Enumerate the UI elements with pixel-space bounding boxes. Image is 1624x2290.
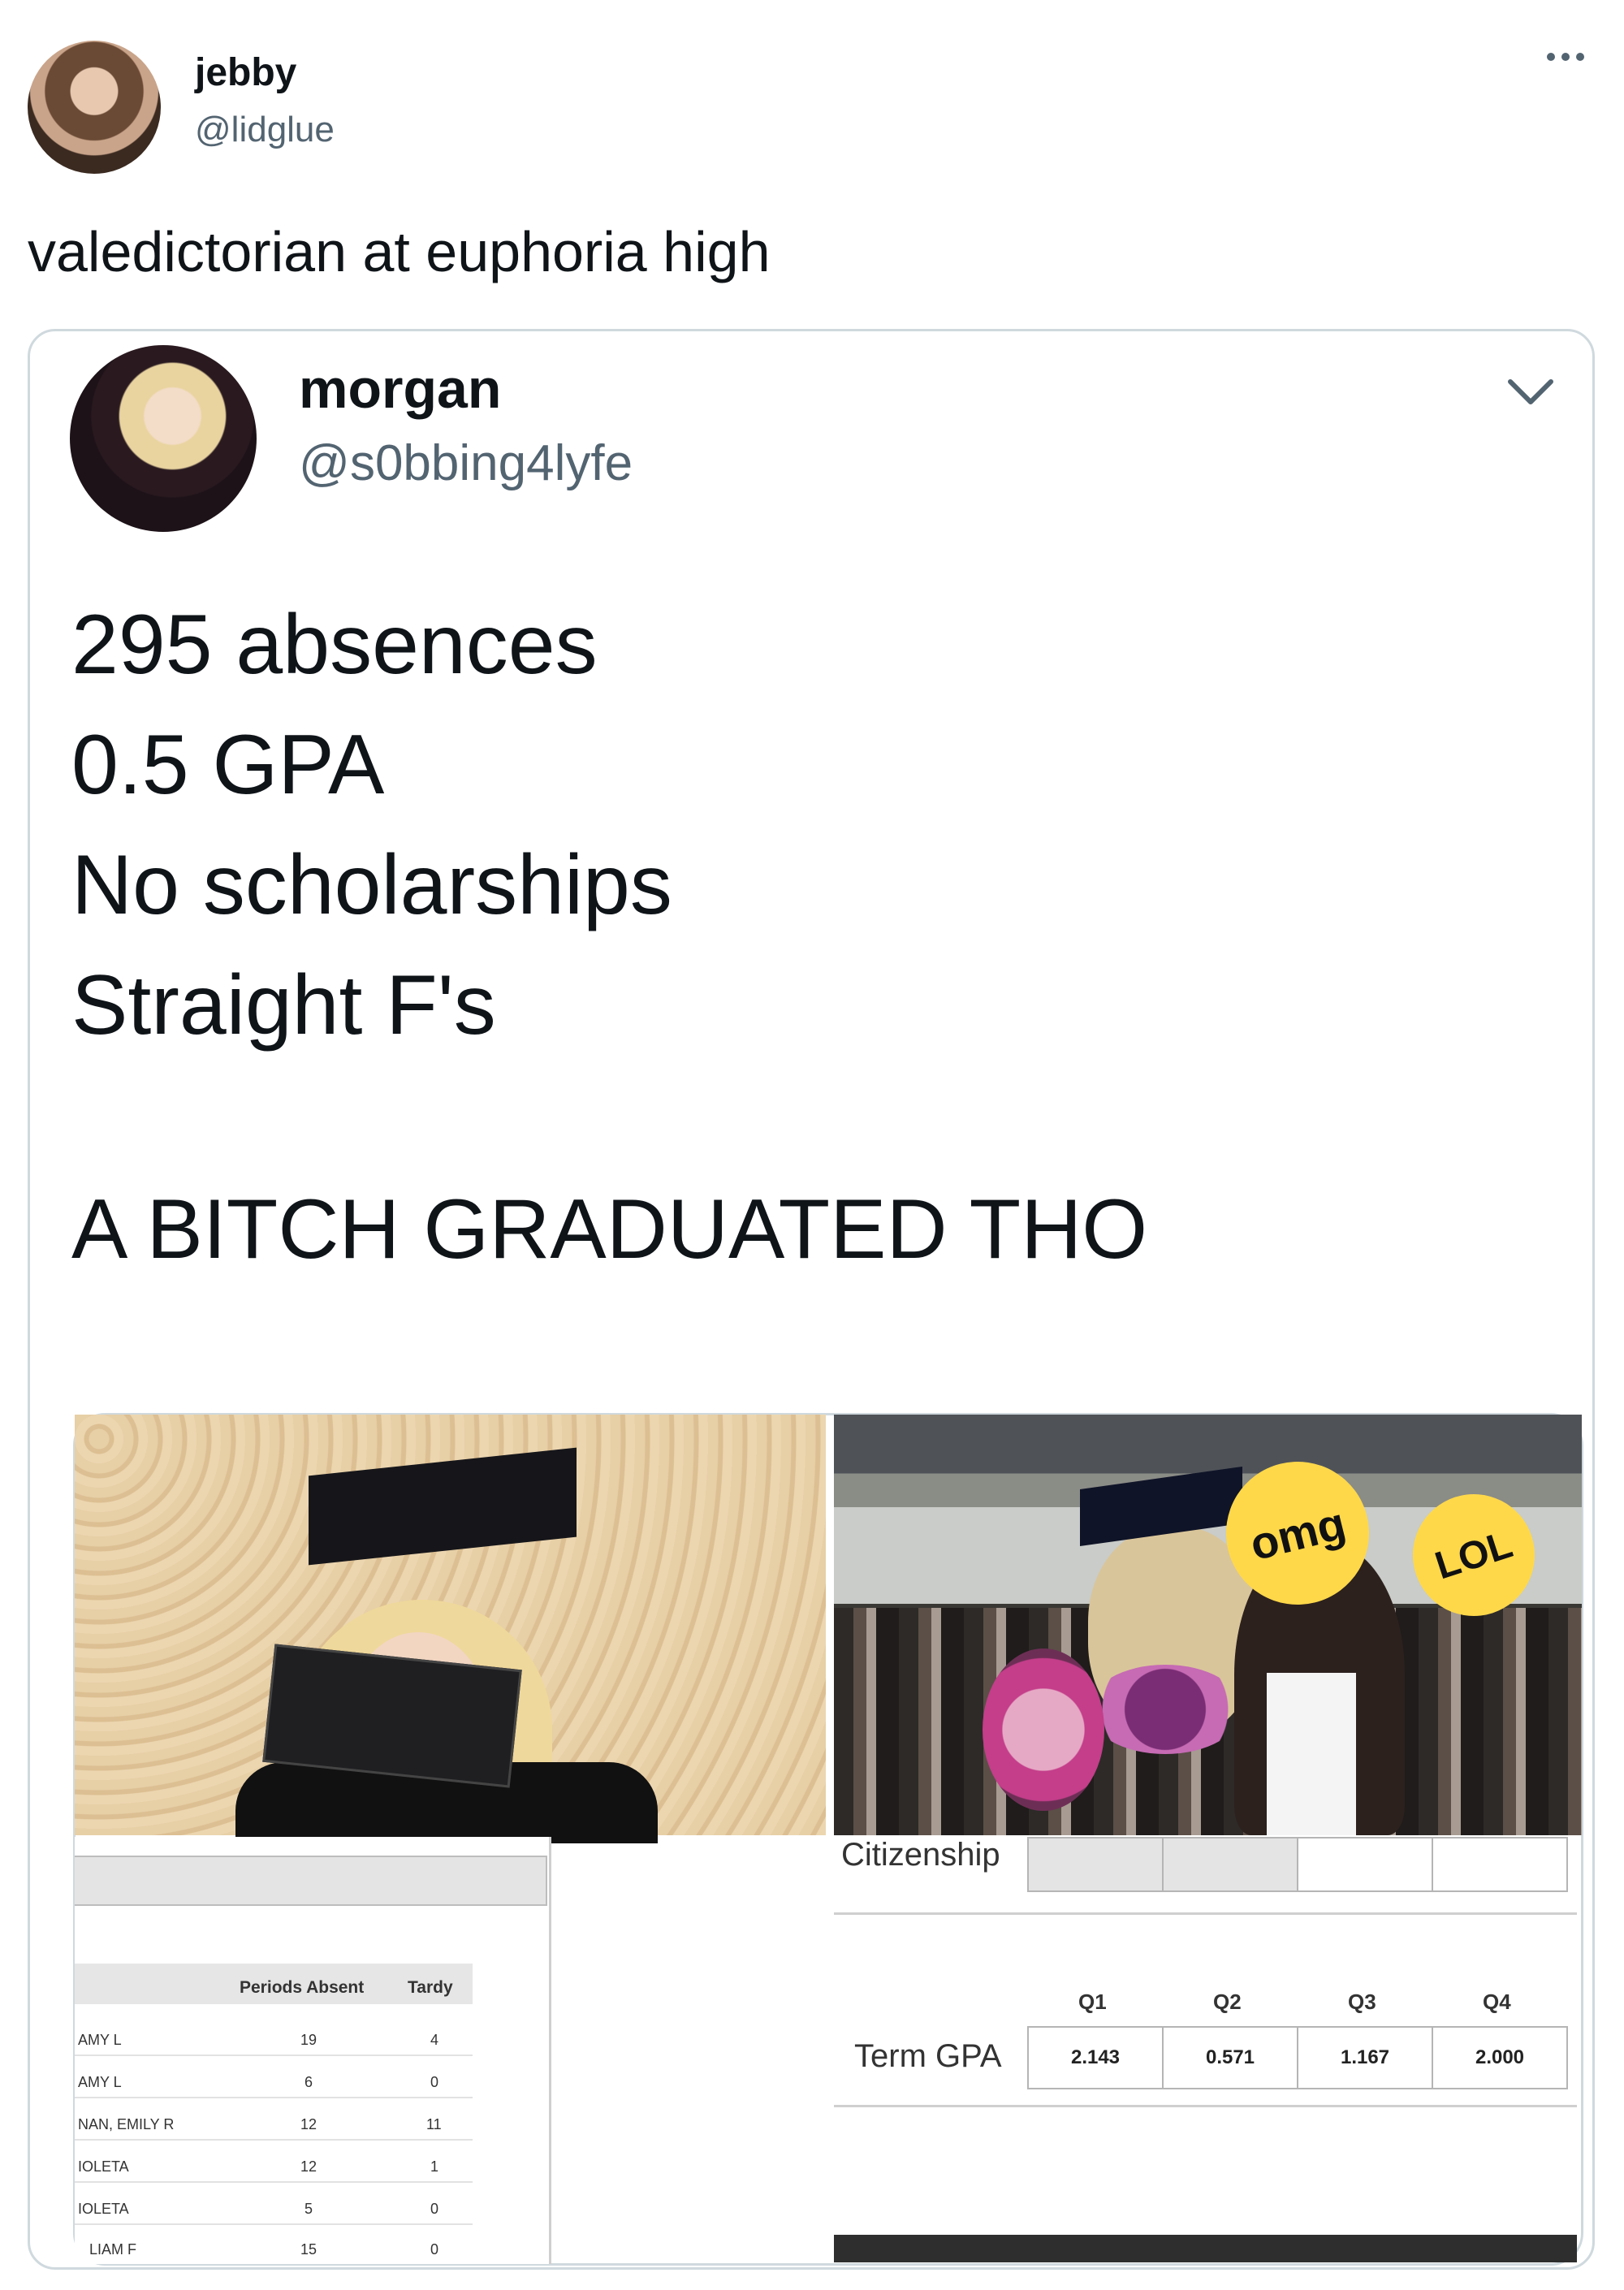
- bottom-bar: [834, 2235, 1577, 2262]
- quarter-header: Q4: [1483, 1990, 1511, 2014]
- quarter-header: Q2: [1213, 1990, 1242, 2014]
- citizenship-cell-q4: [1432, 1837, 1568, 1892]
- row-divider: [75, 2181, 473, 2183]
- section-divider: [834, 2105, 1577, 2107]
- tardy-count: 0: [430, 2201, 439, 2217]
- quoted-author-avatar[interactable]: [70, 345, 257, 532]
- quoted-line: 295 absences: [71, 598, 598, 692]
- tardy-count: 11: [426, 2116, 442, 2132]
- tardy-count: 4: [430, 2032, 439, 2048]
- quarter-header: Q1: [1078, 1990, 1107, 2014]
- column-header: Tardy: [408, 1978, 453, 1997]
- student-name: NAN, EMILY R: [78, 2116, 175, 2132]
- tardy-count: 0: [430, 2241, 439, 2258]
- row-divider: [75, 2055, 473, 2056]
- author-handle[interactable]: @lidglue: [195, 110, 335, 150]
- quoted-line: Straight F's: [71, 958, 496, 1052]
- periods-absent: 15: [300, 2241, 317, 2258]
- student-name: LIAM F: [89, 2241, 137, 2258]
- periods-absent: 5: [304, 2201, 313, 2217]
- author-name[interactable]: jebby: [195, 50, 296, 95]
- quoted-line: 0.5 GPA: [71, 718, 385, 812]
- table-title-bar: [75, 1856, 547, 1906]
- periods-absent: 19: [300, 2032, 317, 2048]
- tardy-count: 1: [430, 2158, 439, 2175]
- more-dots-icon[interactable]: [1547, 50, 1596, 75]
- periods-absent: 12: [300, 2116, 317, 2132]
- student-name: IOLETA: [78, 2158, 129, 2175]
- term-gpa-q3: 1.167: [1297, 2026, 1433, 2089]
- tardy-count: 0: [430, 2074, 439, 2090]
- author-avatar[interactable]: [28, 41, 161, 174]
- flower-lei: [1088, 1665, 1242, 1754]
- periods-absent: 6: [304, 2074, 313, 2090]
- section-divider: [834, 1912, 1577, 1915]
- quoted-tweet-text: 295 absences 0.5 GPA No scholarships Str…: [71, 585, 672, 1065]
- citizenship-label: Citizenship: [841, 1837, 1000, 1873]
- friend-shirt: [1267, 1673, 1356, 1835]
- periods-absent: 12: [300, 2158, 317, 2175]
- student-name: AMY L: [78, 2074, 122, 2090]
- citizenship-cell-q3: [1297, 1837, 1433, 1892]
- citizenship-cell-q1: [1027, 1837, 1164, 1892]
- row-divider: [75, 2097, 473, 2098]
- quoted-line: No scholarships: [71, 838, 672, 932]
- chevron-down-icon[interactable]: [1502, 364, 1559, 421]
- quoted-shout-line: A BITCH GRADUATED THO: [71, 1182, 1148, 1277]
- column-header: Periods Absent: [240, 1978, 365, 1997]
- student-name: IOLETA: [78, 2201, 129, 2217]
- row-divider: [75, 2139, 473, 2141]
- quoted-author-handle[interactable]: @s0bbing4lyfe: [299, 434, 633, 492]
- tweet-text: valedictorian at euphoria high: [28, 220, 771, 283]
- quarter-header: Q3: [1348, 1990, 1376, 2014]
- quoted-author-name[interactable]: morgan: [299, 357, 501, 421]
- term-gpa-label: Term GPA: [854, 2038, 1002, 2074]
- term-gpa-q4: 2.000: [1432, 2026, 1568, 2089]
- row-divider: [75, 2223, 473, 2225]
- term-gpa-q1: 2.143: [1027, 2026, 1164, 2089]
- citizenship-cell-q2: [1162, 1837, 1298, 1892]
- student-name: AMY L: [78, 2032, 122, 2048]
- flower-bouquet: [983, 1648, 1104, 1811]
- term-gpa-q2: 0.571: [1162, 2026, 1298, 2089]
